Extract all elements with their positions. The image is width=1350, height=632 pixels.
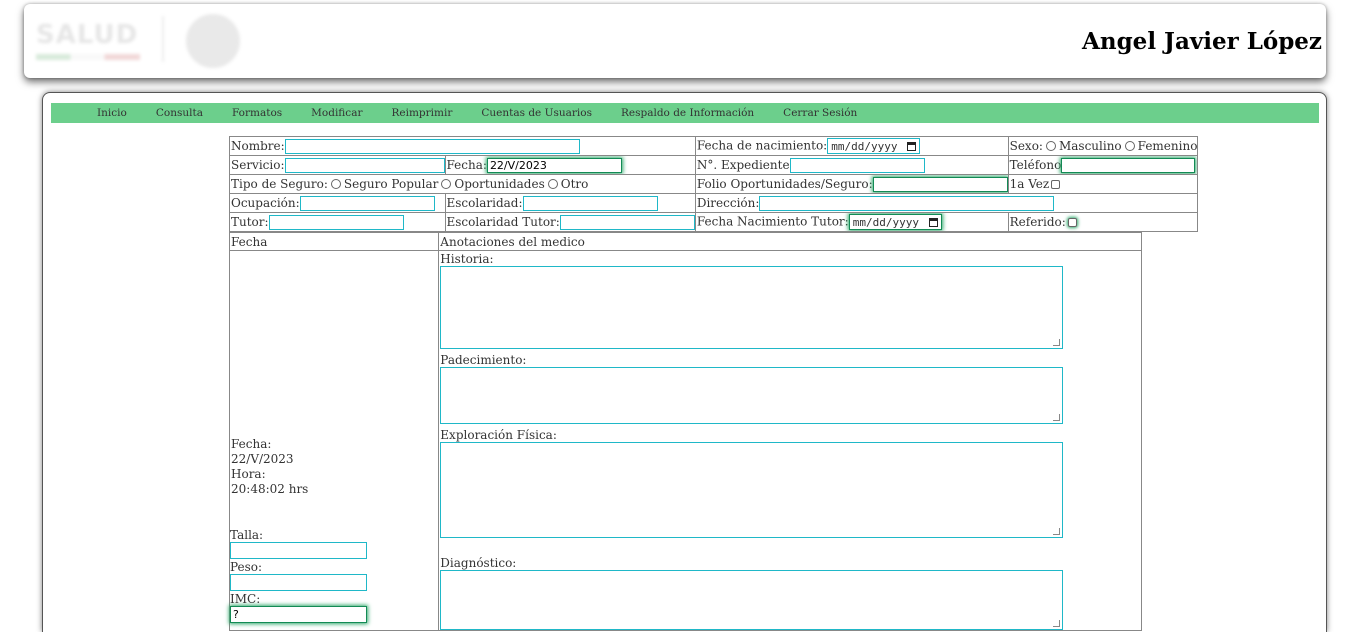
referido-label: Referido:	[1009, 215, 1066, 229]
imc-input[interactable]	[230, 606, 367, 623]
escolaridad-tutor-input[interactable]	[559, 214, 695, 230]
folio-input[interactable]	[872, 176, 1008, 192]
hora-label: Hora:	[231, 467, 266, 481]
seguro-popular-radio[interactable]	[330, 179, 341, 189]
date-placeholder: mm/dd/yyyy	[831, 139, 898, 153]
nav-item-formatos[interactable]: Formatos	[232, 107, 282, 119]
escolaridad-label: Escolaridad:	[446, 195, 523, 210]
logo-stripe	[36, 54, 140, 60]
direccion-label: Dirección:	[696, 195, 760, 210]
escolaridad-input[interactable]	[522, 195, 658, 211]
nombre-label: Nombre:	[231, 138, 285, 153]
salud-logo: SALUD	[28, 10, 250, 76]
tipo-seguro-label: Tipo de Seguro:	[231, 177, 328, 191]
imc-label: IMC:	[230, 592, 261, 606]
consulta-timestamp: Fecha: 22/V/2023 Hora: 20:48:02 hrs	[231, 437, 308, 497]
notes-table: Fecha Anotaciones del medico Fecha: 22/V…	[228, 232, 1142, 631]
sexo-masculino-radio[interactable]	[1045, 141, 1056, 151]
fecha-nacimiento-input[interactable]: mm/dd/yyyy	[827, 138, 921, 154]
otro-label: Otro	[560, 177, 589, 191]
historia-label: Historia:	[440, 252, 494, 266]
folio-label: Folio Oportunidades/Seguro:	[696, 176, 873, 191]
nav-item-modificar[interactable]: Modificar	[311, 107, 362, 119]
fecha-nac-tutor-input[interactable]: mm/dd/yyyy	[848, 214, 942, 230]
nav-item-consulta[interactable]: Consulta	[156, 107, 203, 119]
talla-input[interactable]	[230, 542, 367, 559]
sexo-label: Sexo:	[1009, 139, 1043, 153]
fecha-nacimiento-label: Fecha de nacimiento:	[696, 138, 828, 153]
ocupacion-label: Ocupación:	[231, 195, 300, 210]
main-nav: Inicio Consulta Formatos Modificar Reimp…	[51, 103, 1319, 123]
seguro-popular-label: Seguro Popular	[343, 177, 439, 191]
tutor-label: Tutor:	[231, 214, 269, 229]
patient-form: Nombre: Fecha de nacimiento: mm/dd/yyyy S…	[229, 136, 1199, 232]
servicio-input[interactable]	[284, 157, 445, 173]
direccion-input[interactable]	[759, 195, 1055, 211]
col-fecha-header: Fecha	[231, 234, 268, 249]
nav-item-cuentas-usuarios[interactable]: Cuentas de Usuarios	[481, 107, 592, 119]
padecimiento-textarea[interactable]	[440, 367, 1064, 424]
oportunidades-label: Oportunidades	[454, 177, 545, 191]
historia-textarea[interactable]	[440, 266, 1064, 349]
referido-checkbox[interactable]	[1067, 218, 1077, 227]
col-anotaciones-header: Anotaciones del medico	[440, 234, 585, 249]
logo-wordmark: SALUD	[36, 20, 139, 50]
sexo-masculino-label: Masculino	[1058, 139, 1122, 153]
expediente-input[interactable]	[789, 157, 925, 173]
peso-input[interactable]	[230, 574, 367, 591]
talla-label: Talla:	[230, 528, 264, 542]
calendar-icon[interactable]	[907, 141, 917, 151]
nav-item-respaldo[interactable]: Respaldo de Información	[621, 107, 754, 119]
tutor-input[interactable]	[268, 214, 404, 230]
diagnostico-label: Diagnóstico:	[440, 556, 517, 570]
fecha-nac-tutor-label: Fecha Nacimiento Tutor:	[696, 214, 849, 229]
nav-item-inicio[interactable]: Inicio	[97, 107, 127, 119]
nombre-input[interactable]	[284, 138, 580, 154]
ocupacion-input[interactable]	[299, 195, 435, 211]
fecha-label: Fecha:	[446, 157, 487, 172]
fecha-consulta-label: Fecha:	[231, 437, 272, 451]
diagnostico-textarea[interactable]	[440, 570, 1064, 630]
main-panel: Inicio Consulta Formatos Modificar Reimp…	[42, 92, 1327, 632]
expediente-label: N°. Expediente	[696, 157, 790, 172]
date-placeholder: mm/dd/yyyy	[852, 215, 919, 229]
telefono-input[interactable]	[1061, 157, 1196, 173]
exploracion-textarea[interactable]	[440, 442, 1064, 538]
national-seal-icon	[186, 14, 240, 68]
hora-value: 20:48:02 hrs	[231, 482, 309, 496]
telefono-label: Teléfono	[1009, 157, 1062, 172]
nav-item-cerrar-sesion[interactable]: Cerrar Sesión	[783, 107, 857, 119]
page-header: SALUD Angel Javier López	[24, 4, 1326, 78]
otro-radio[interactable]	[547, 179, 558, 189]
logo-separator	[162, 16, 164, 62]
sexo-femenino-radio[interactable]	[1124, 141, 1135, 151]
padecimiento-label: Padecimiento:	[440, 353, 527, 367]
servicio-label: Servicio:	[231, 157, 285, 172]
sexo-femenino-label: Femenino	[1137, 139, 1198, 153]
fecha-input[interactable]	[486, 157, 622, 173]
user-name: Angel Javier López	[1082, 28, 1322, 55]
primera-vez-label: 1a Vez	[1009, 177, 1050, 191]
oportunidades-radio[interactable]	[441, 179, 452, 189]
primera-vez-checkbox[interactable]	[1051, 180, 1061, 189]
vitals-group: Talla: Peso: IMC:	[230, 528, 367, 623]
escolaridad-tutor-label: Escolaridad Tutor:	[446, 214, 560, 229]
fecha-consulta-value: 22/V/2023	[231, 452, 294, 466]
nav-item-reimprimir[interactable]: Reimprimir	[391, 107, 452, 119]
peso-label: Peso:	[230, 560, 263, 574]
calendar-icon[interactable]	[928, 217, 938, 227]
exploracion-label: Exploración Física:	[440, 428, 557, 442]
